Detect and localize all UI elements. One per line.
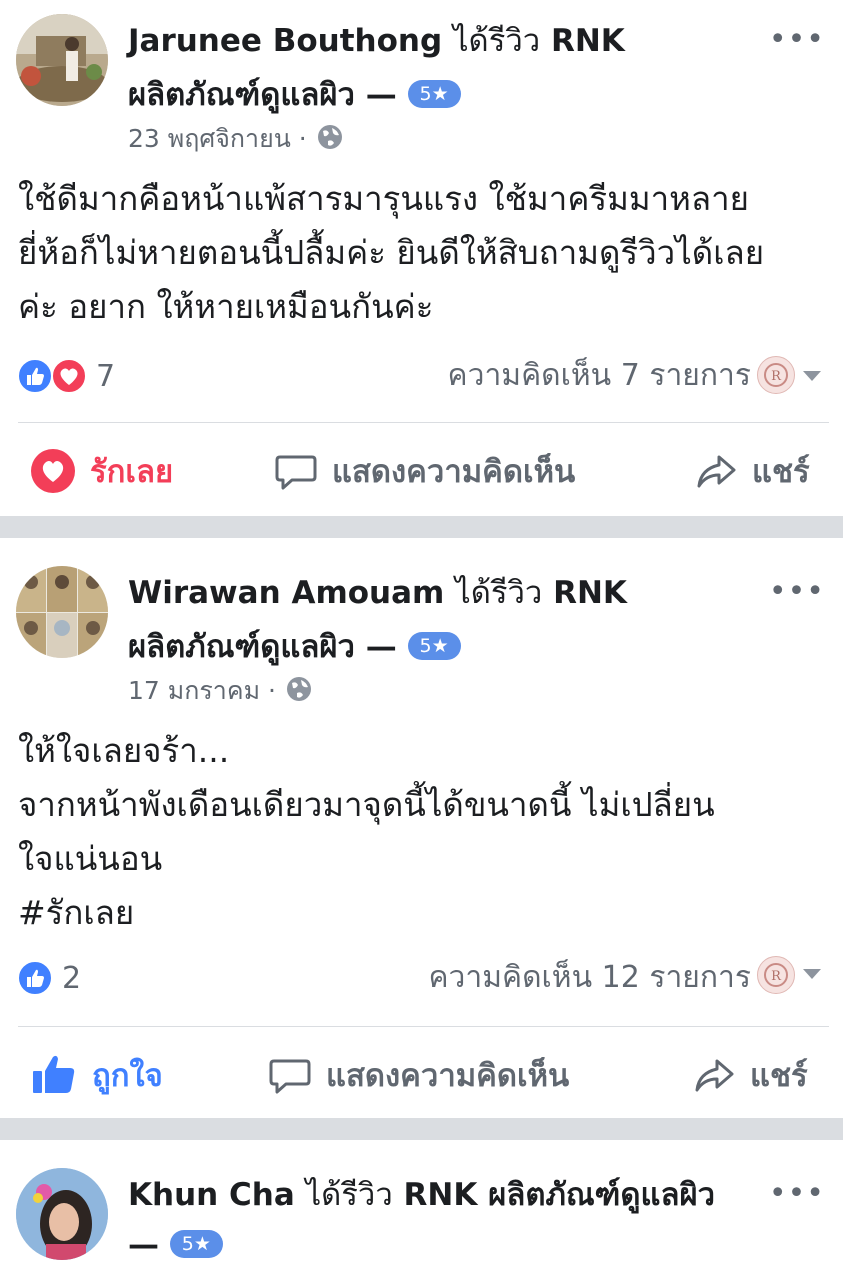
post-separator [0,516,843,538]
share-icon [695,1059,734,1092]
comments-count[interactable]: ความคิดเห็น 7 รายการ [448,356,751,396]
like-button[interactable]: ถูกใจ [30,1050,163,1100]
more-icon[interactable]: ••• [769,1179,825,1209]
page-avatar[interactable]: R [757,956,795,994]
reaction-count: 7 [96,358,116,394]
share-icon [697,455,736,488]
post-text: ให้ใจเลยจร้า... จากหน้าพังเดือนเดียวมาจุ… [18,724,828,940]
divider [18,1026,829,1027]
post-date[interactable]: 23 พฤศจิกายน · [128,124,307,153]
svg-text:R: R [771,369,782,384]
post-title: Khun Cha ได้รีวิว RNK ผลิตภัณฑ์ดูแลผิว [128,1172,715,1218]
action-label: แชร์ [752,454,810,490]
chevron-down-icon[interactable] [803,969,821,979]
review-verb: ได้รีวิว [305,1177,393,1213]
post-separator [0,1118,843,1140]
more-icon[interactable]: ••• [769,25,825,55]
page-avatar[interactable]: R [757,356,795,394]
post-title-line2: ผลิตภัณฑ์ดูแลผิว — 5★ [128,72,461,118]
love-button[interactable]: รักเลย [30,446,173,496]
reaction-count: 2 [62,960,82,996]
post-text-line: ยี่ห้อก็ไม่หายตอนนี้ปลื้มค่ะ ยินดีให้สิบ… [18,233,765,272]
post-title-line2: — 5★ [128,1222,223,1268]
like-icon [33,1055,75,1093]
globe-icon [286,677,311,701]
love-icon [31,449,75,493]
chevron-down-icon[interactable] [803,371,821,381]
post-text-line: ค่ะ อยาก ให้หายเหมือนกันค่ะ [18,287,434,326]
comment-icon [275,455,317,490]
share-button[interactable]: แชร์ [694,446,810,496]
author-name[interactable]: Jarunee Bouthong [128,23,442,59]
post-date[interactable]: 17 มกราคม · [128,676,276,705]
post-title: Jarunee Bouthong ได้รีวิว RNK [128,18,625,64]
post-text-line: จากหน้าพังเดือนเดียวมาจุดนี้ได้ขนาดนี้ ไ… [18,785,715,824]
svg-text:R: R [771,969,782,984]
post-title: Wirawan Amouam ได้รีวิว RNK [128,570,627,616]
comment-icon [269,1059,311,1094]
comment-button[interactable]: แสดงความคิดเห็น [268,1050,569,1100]
post-text: ใช้ดีมากคือหน้าแพ้สารมารุนแรง ใช้มาครีมม… [18,172,828,334]
post-meta: 17 มกราคม · [128,674,314,708]
love-icon [51,358,87,394]
author-name[interactable]: Khun Cha [128,1177,295,1213]
page-name-cont[interactable]: ผลิตภัณฑ์ดูแลผิว — [128,629,397,665]
comments-count[interactable]: ความคิดเห็น 12 รายการ [428,958,751,998]
share-button[interactable]: แชร์ [692,1050,808,1100]
action-label: รักเลย [90,454,174,490]
post-title-line2: ผลิตภัณฑ์ดูแลผิว — 5★ [128,624,461,670]
reaction-summary[interactable]: 7 [16,356,115,396]
rating-badge: 5★ [169,1229,223,1258]
action-label: แสดงความคิดเห็น [332,454,576,490]
post-text-line: ใจแน่นอน [18,839,163,878]
globe-icon [317,125,342,149]
comment-button[interactable]: แสดงความคิดเห็น [274,446,575,496]
action-label: แชร์ [750,1058,808,1094]
more-icon[interactable]: ••• [769,577,825,607]
review-verb: ได้รีวิว [452,23,541,59]
post-text-line: ใช้ดีมากคือหน้าแพ้สารมารุนแรง ใช้มาครีมม… [18,179,749,218]
action-label: แสดงความคิดเห็น [326,1058,570,1094]
page-name[interactable]: RNK [553,575,627,611]
rating-badge: 5★ [407,79,461,108]
review-post-1: Jarunee Bouthong ได้รีวิว RNK ผลิตภัณฑ์ด… [0,0,843,516]
rating-badge: 5★ [407,631,461,660]
action-label: ถูกใจ [92,1058,163,1094]
author-avatar[interactable] [16,1168,108,1260]
page-name[interactable]: RNK ผลิตภัณฑ์ดูแลผิว [404,1177,716,1213]
author-avatar[interactable] [16,14,108,106]
page-name-cont[interactable]: — [128,1227,159,1263]
post-meta: 23 พฤศจิกายน · [128,122,345,156]
reaction-summary[interactable]: 2 [16,958,81,998]
page-name-cont[interactable]: ผลิตภัณฑ์ดูแลผิว — [128,77,397,113]
review-post-3: Khun Cha ได้รีวิว RNK ผลิตภัณฑ์ดูแลผิว —… [0,1140,843,1273]
like-icon [17,358,53,394]
author-avatar[interactable] [16,566,108,658]
post-text-line: ให้ใจเลยจร้า... [18,731,230,770]
post-text-line: #รักเลย [18,893,135,932]
review-post-2: Wirawan Amouam ได้รีวิว RNK ผลิตภัณฑ์ดูแ… [0,538,843,1118]
author-name[interactable]: Wirawan Amouam [128,575,444,611]
divider [18,422,829,423]
page-name[interactable]: RNK [551,23,625,59]
review-verb: ได้รีวิว [455,575,543,611]
like-icon [17,960,53,996]
